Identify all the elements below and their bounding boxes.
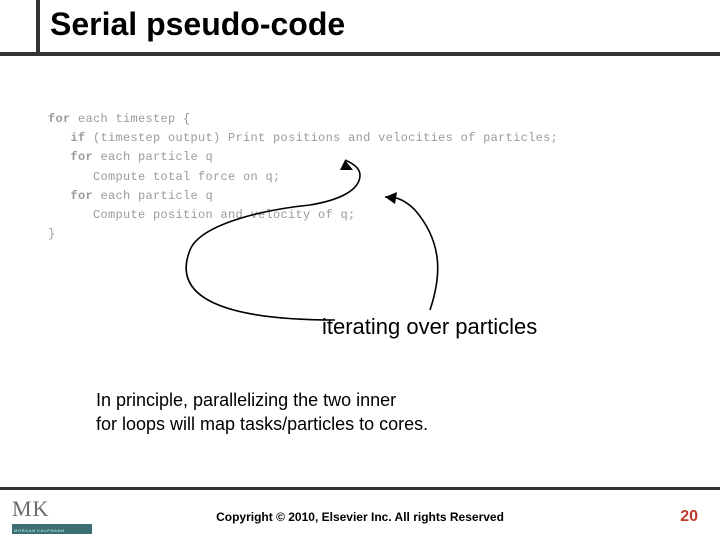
title-region: Serial pseudo-code <box>0 0 720 66</box>
annotation-caption: iterating over particles <box>322 314 537 340</box>
kw-if: if <box>71 131 86 145</box>
principle-text: In principle, parallelizing the two inne… <box>96 388 428 437</box>
code-l7: } <box>48 227 56 241</box>
footer-rule <box>0 487 720 490</box>
code-l3: each particle q <box>93 150 213 164</box>
code-l2: (timestep output) Print positions and ve… <box>86 131 559 145</box>
page-title: Serial pseudo-code <box>50 6 345 43</box>
code-l4: Compute total force on q; <box>93 170 281 184</box>
code-l6: Compute position and velocity of q; <box>93 208 356 222</box>
page-number: 20 <box>680 508 698 526</box>
code-l1: each timestep { <box>71 112 191 126</box>
principle-line1: In principle, parallelizing the two inne… <box>96 388 428 412</box>
logo-subtext: MORGAN KAUFMANN <box>14 528 65 533</box>
kw-for-inner2: for <box>71 189 94 203</box>
logo-bar: MORGAN KAUFMANN <box>12 524 92 534</box>
slide: Serial pseudo-code for each timestep { i… <box>0 0 720 540</box>
principle-line2: for loops will map tasks/particles to co… <box>96 412 428 436</box>
kw-for-outer: for <box>48 112 71 126</box>
annotation-arrows <box>0 0 720 540</box>
pseudo-code-block: for each timestep { if (timestep output)… <box>48 110 558 244</box>
copyright-text: Copyright © 2010, Elsevier Inc. All righ… <box>0 510 720 524</box>
code-l5: each particle q <box>93 189 213 203</box>
title-rule-vertical <box>36 0 40 52</box>
title-rule-horizontal <box>0 52 720 56</box>
kw-for-inner1: for <box>71 150 94 164</box>
